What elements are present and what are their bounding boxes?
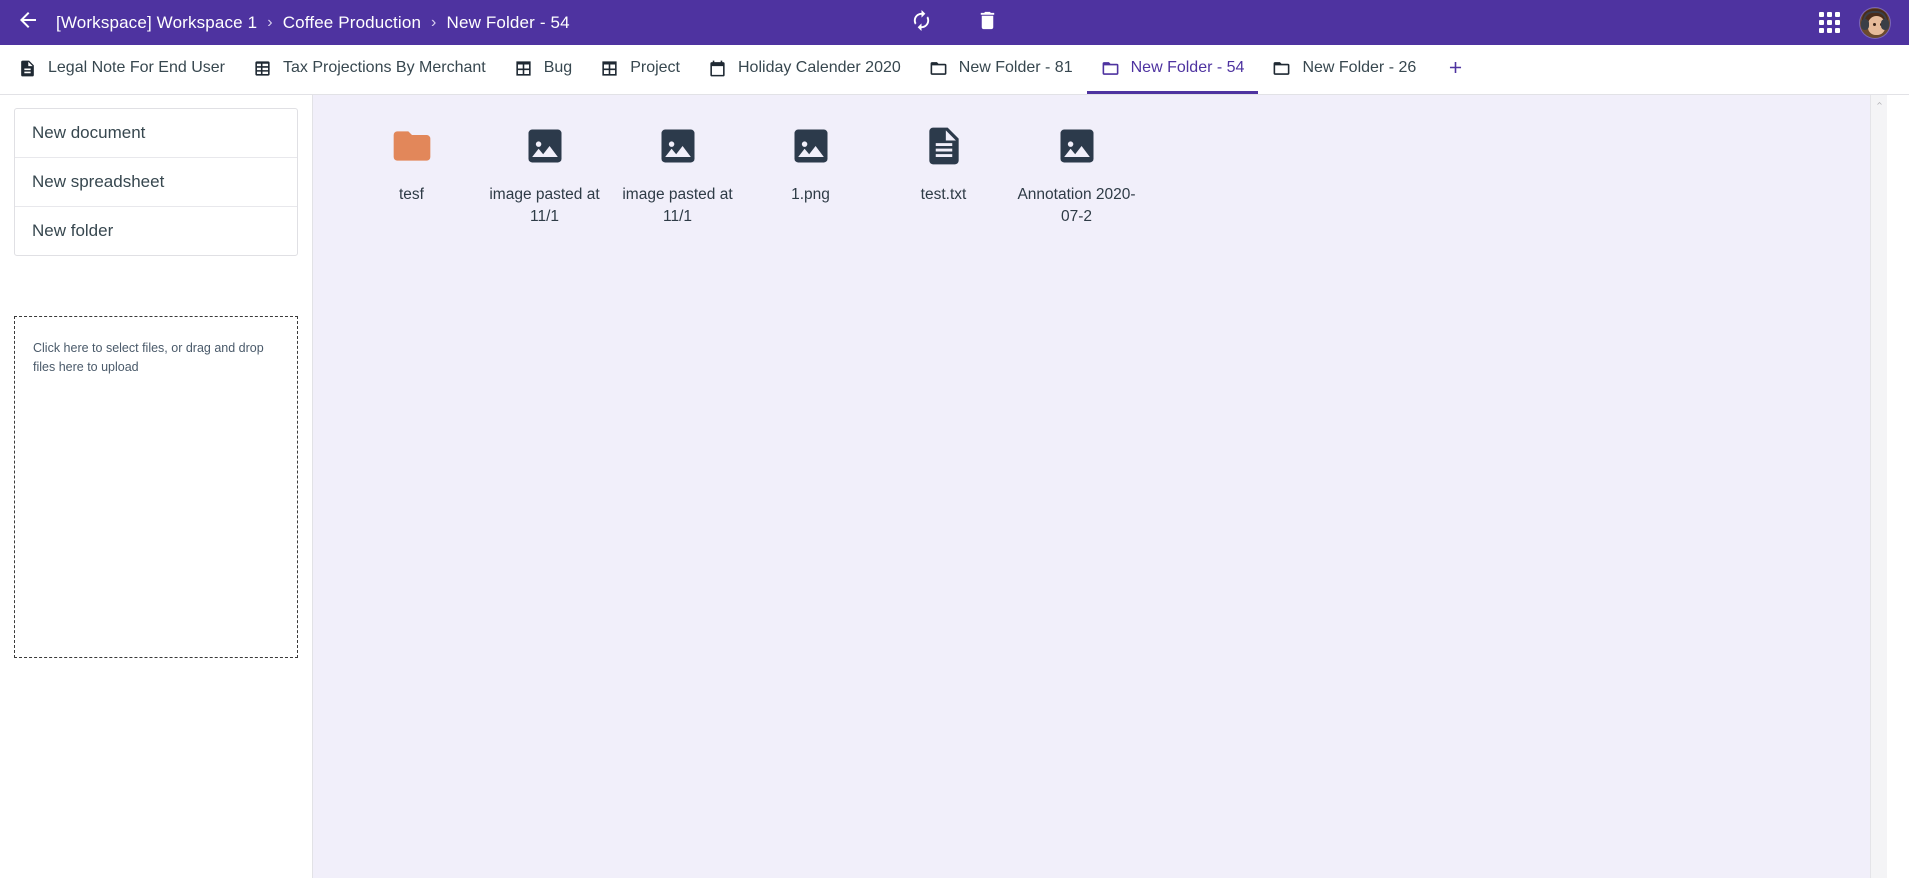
folder-icon — [1101, 59, 1120, 78]
tab-label: New Folder - 26 — [1302, 59, 1417, 76]
breadcrumb-separator: › — [267, 13, 273, 31]
tab-label: New Folder - 54 — [1130, 59, 1245, 76]
file-item[interactable]: tesf — [345, 117, 478, 229]
apps-grid-icon[interactable] — [1819, 12, 1840, 33]
folder-icon — [929, 59, 948, 78]
add-tab-button[interactable] — [1430, 45, 1481, 94]
file-name: 1.png — [791, 186, 830, 203]
new-spreadsheet-button[interactable]: New spreadsheet — [15, 158, 297, 207]
file-name: tesf — [399, 186, 424, 203]
main-scrollbar[interactable] — [1870, 95, 1887, 878]
breadcrumb-item-workspace[interactable]: [Workspace] Workspace 1 — [56, 13, 257, 33]
file-item[interactable]: Annotation 2020-07-2 — [1010, 117, 1143, 229]
tab-legal-note-for-end-user[interactable]: Legal Note For End User — [4, 45, 239, 94]
document-icon — [18, 59, 37, 78]
body-split: New document New spreadsheet New folder … — [0, 95, 1909, 878]
avatar[interactable] — [1860, 7, 1890, 38]
breadcrumb-separator: › — [431, 13, 437, 31]
tab-new-folder-81[interactable]: New Folder - 81 — [915, 45, 1087, 94]
file-item[interactable]: 1.png — [744, 117, 877, 229]
folder-icon — [1272, 59, 1291, 78]
arrow-left-icon — [16, 8, 40, 37]
tab-holiday-calender-2020[interactable]: Holiday Calender 2020 — [694, 45, 915, 94]
image-file-icon — [788, 123, 834, 169]
table-icon — [600, 59, 619, 78]
file-item[interactable]: test.txt — [877, 117, 1010, 229]
refresh-button[interactable] — [907, 8, 937, 38]
file-grid: tesf image pasted at 11/1 image pasted a… — [313, 95, 1887, 229]
tab-new-folder-54[interactable]: New Folder - 54 — [1086, 45, 1259, 94]
file-name: image pasted at 11/1 — [622, 186, 733, 226]
breadcrumb-item-project[interactable]: Coffee Production — [283, 13, 421, 33]
trash-button[interactable] — [973, 8, 1003, 38]
sidebar: New document New spreadsheet New folder … — [0, 95, 313, 878]
tab-project[interactable]: Project — [586, 45, 694, 94]
folder-icon — [389, 123, 435, 169]
tab-tax-projections-by-merchant[interactable]: Tax Projections By Merchant — [239, 45, 500, 94]
refresh-icon — [910, 9, 933, 37]
image-file-icon — [522, 123, 568, 169]
tab-label: Legal Note For End User — [48, 59, 225, 76]
file-browser-main: tesf image pasted at 11/1 image pasted a… — [313, 95, 1887, 878]
header-right — [1819, 7, 1909, 38]
back-button[interactable] — [0, 0, 56, 45]
file-name: image pasted at 11/1 — [489, 186, 600, 226]
calendar-icon — [708, 59, 727, 78]
chevron-up-icon — [1875, 95, 1884, 113]
image-file-icon — [655, 123, 701, 169]
plus-icon — [1446, 58, 1465, 82]
tab-label: Project — [630, 59, 680, 76]
tab-new-folder-26[interactable]: New Folder - 26 — [1258, 45, 1430, 94]
breadcrumb-item-current[interactable]: New Folder - 54 — [447, 13, 570, 33]
tab-label: New Folder - 81 — [958, 59, 1073, 76]
breadcrumb: [Workspace] Workspace 1 › Coffee Product… — [56, 13, 570, 33]
table-icon — [514, 59, 533, 78]
app-header: [Workspace] Workspace 1 › Coffee Product… — [0, 0, 1909, 45]
tab-bug[interactable]: Bug — [500, 45, 586, 94]
upload-dropzone[interactable]: Click here to select files, or drag and … — [14, 316, 298, 658]
file-item[interactable]: image pasted at 11/1 — [611, 117, 744, 229]
image-file-icon — [1054, 123, 1100, 169]
tab-label: Tax Projections By Merchant — [282, 59, 486, 76]
text-file-icon — [921, 123, 967, 169]
scroll-up-arrow[interactable] — [1871, 95, 1887, 112]
new-document-button[interactable]: New document — [15, 109, 297, 158]
new-folder-button[interactable]: New folder — [15, 207, 297, 255]
upload-dropzone-label: Click here to select files, or drag and … — [33, 341, 264, 375]
file-item[interactable]: image pasted at 11/1 — [478, 117, 611, 229]
trash-icon — [976, 9, 999, 37]
tab-label: Holiday Calender 2020 — [738, 59, 901, 76]
create-menu: New document New spreadsheet New folder — [14, 108, 298, 256]
spreadsheet-icon — [253, 59, 272, 78]
tab-label: Bug — [543, 59, 573, 76]
file-name: test.txt — [920, 186, 967, 203]
file-name: Annotation 2020-07-2 — [1017, 186, 1136, 226]
tab-bar: Legal Note For End User Tax Projections … — [0, 45, 1909, 95]
right-gutter — [1887, 95, 1909, 878]
